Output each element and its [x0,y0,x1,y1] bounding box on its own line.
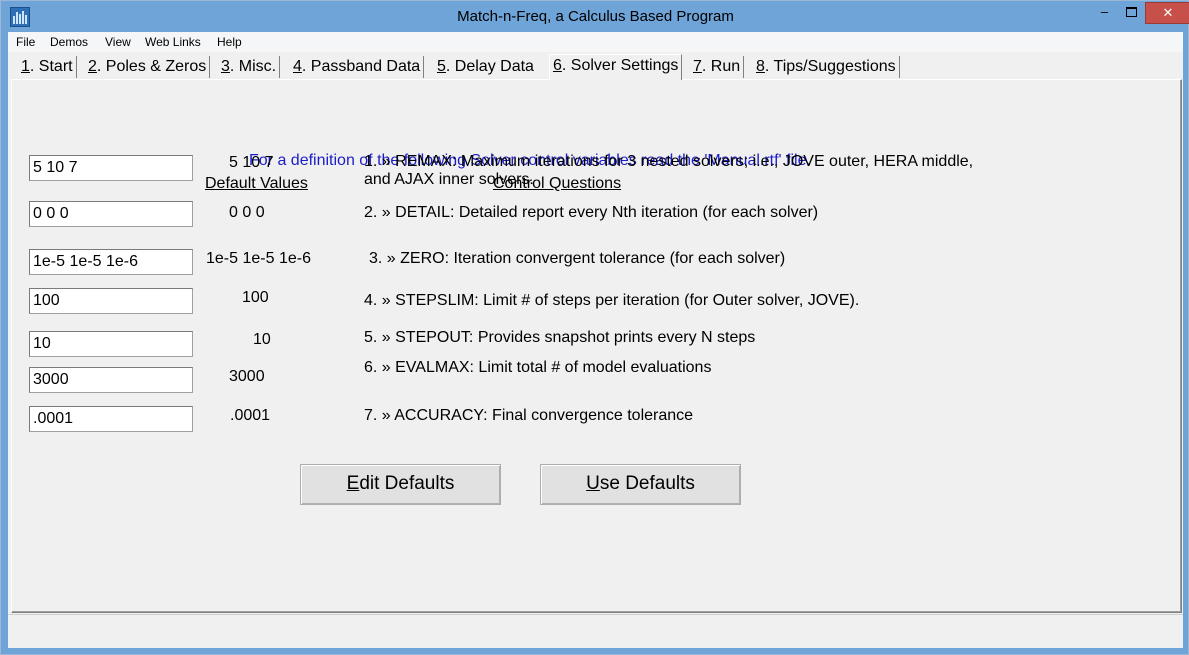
close-icon: ✕ [1162,5,1174,20]
stepout-input[interactable] [29,331,193,357]
remax-default: 5 10 7 [229,154,274,171]
stepslim-default: 100 [242,289,269,306]
zero-default: 1e-5 1e-5 1e-6 [206,250,311,267]
tab-passband-data[interactable]: 4. Passband Data [290,56,425,78]
window-frame-right [1183,32,1188,648]
tab-poles-zeros[interactable]: 2. Poles & Zeros [85,56,211,78]
window-frame-left [1,32,8,648]
minimize-icon: – [1100,4,1109,19]
tab-delay-data[interactable]: 5. Delay Data [434,56,537,78]
minimize-button[interactable]: – [1091,2,1118,22]
menu-help[interactable]: Help [217,35,242,49]
close-button[interactable]: ✕ [1145,2,1189,24]
accuracy-question: 7. » ACCURACY: Final convergence toleran… [364,407,694,424]
app-window: Match-n-Freq, a Calculus Based Program –… [0,0,1189,655]
stepout-default: 10 [253,331,271,348]
menu-bar: File Demos View Web Links Help [8,32,1183,52]
zero-input[interactable] [29,249,193,275]
detail-default: 0 0 0 [229,204,265,221]
default-values-header: Default Values [205,175,308,192]
remax-input[interactable] [29,155,193,181]
zero-question: 3. » ZERO: Iteration convergent toleranc… [369,250,786,267]
stepslim-input[interactable] [29,288,193,314]
tab-run[interactable]: 7. Run [690,56,745,78]
window-title: Match-n-Freq, a Calculus Based Program [457,8,734,25]
tab-solver-settings[interactable]: 6. Solver Settings [549,54,683,80]
menu-web-links[interactable]: Web Links [145,35,201,49]
accuracy-input[interactable] [29,406,193,432]
accuracy-default: .0001 [230,407,271,424]
evalmax-question: 6. » EVALMAX: Limit total # of model eva… [364,359,712,376]
detail-question: 2. » DETAIL: Detailed report every Nth i… [364,204,819,221]
stepslim-question: 4. » STEPSLIM: Limit # of steps per iter… [364,292,860,309]
remax-question: 1. » REMAX: Maximum iterations for 3 nes… [364,153,973,189]
stepout-question: 5. » STEPOUT: Provides snapshot prints e… [364,329,756,346]
maximize-button[interactable] [1118,2,1145,22]
status-bar [8,614,1183,649]
menu-file[interactable]: File [16,35,35,49]
solver-settings-panel: For a definition of the following Solver… [11,79,1182,613]
tab-misc[interactable]: 3. Misc. [218,56,281,78]
tab-tips-suggestions[interactable]: 8. Tips/Suggestions [753,56,900,78]
window-frame-bottom [1,648,1188,654]
use-defaults-button[interactable]: Use Defaults [540,464,741,505]
menu-demos[interactable]: Demos [50,35,88,49]
maximize-icon [1126,7,1137,17]
remax-question-line1: 1. » REMAX: Maximum iterations for 3 nes… [364,153,974,170]
tab-strip: 1. Start 2. Poles & Zeros 3. Misc. 4. Pa… [8,54,1183,80]
tab-start[interactable]: 1. Start [18,56,77,78]
title-bar: Match-n-Freq, a Calculus Based Program –… [1,1,1189,32]
remax-question-line2: and AJAX inner solvers. [364,171,534,188]
evalmax-default: 3000 [229,368,265,385]
detail-input[interactable] [29,201,193,227]
evalmax-input[interactable] [29,367,193,393]
client-area: File Demos View Web Links Help 1. Start … [8,32,1183,649]
menu-view[interactable]: View [105,35,131,49]
edit-defaults-button[interactable]: Edit Defaults [300,464,501,505]
